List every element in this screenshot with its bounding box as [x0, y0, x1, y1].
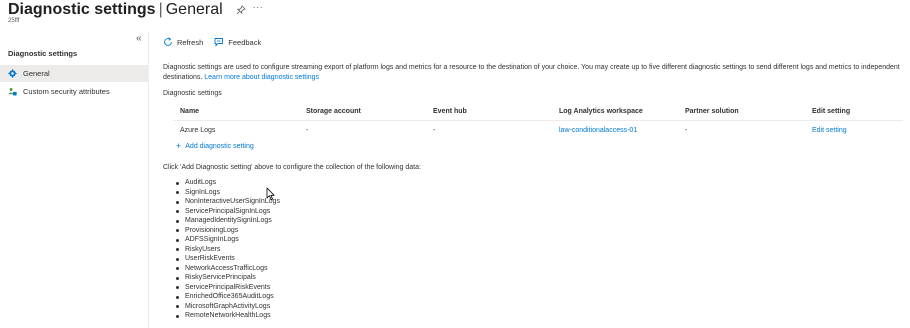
- users-tag-icon: [8, 87, 17, 96]
- list-item: ManagedIdentitySignInLogs: [175, 216, 280, 226]
- gear-icon: [8, 69, 17, 78]
- list-item: UserRiskEvents: [175, 254, 280, 264]
- mouse-cursor-icon: [266, 187, 275, 200]
- workspace-link[interactable]: law-conditionalaccess-01: [559, 121, 637, 139]
- sidebar-item-label: General: [23, 69, 50, 78]
- tenant-name: 25fff: [8, 18, 20, 24]
- list-item: ServicePrincipalRiskEvents: [175, 283, 280, 293]
- column-header-event-hub: Event hub: [433, 107, 467, 115]
- plus-icon: +: [176, 141, 182, 151]
- list-item: NetworkAccessTrafficLogs: [175, 264, 280, 274]
- add-diagnostic-setting-label: Add diagnostic setting: [185, 143, 254, 150]
- partner-solution-value: -: [685, 126, 688, 134]
- list-item: ProvisioningLogs: [175, 226, 280, 236]
- column-header-partner-solution: Partner solution: [685, 107, 739, 115]
- description: Diagnostic settings are used to configur…: [163, 63, 905, 82]
- page-subtitle: General: [165, 1, 223, 18]
- list-item: ServicePrincipalSignInLogs: [175, 207, 280, 217]
- list-item: NonInteractiveUserSignInLogs: [175, 197, 280, 207]
- feedback-icon: [214, 37, 224, 47]
- refresh-label: Refresh: [177, 37, 204, 47]
- edit-setting-link[interactable]: Edit setting: [812, 121, 847, 139]
- sidebar-item-custom-security-attributes[interactable]: Custom security attributes: [0, 83, 148, 100]
- title-row: Diagnostic settings | General ···: [8, 1, 263, 19]
- setting-name: Azure Logs: [180, 126, 216, 134]
- collapse-sidebar-icon[interactable]: «: [136, 34, 142, 44]
- sidebar-item-label: Custom security attributes: [23, 87, 110, 96]
- section-label: Diagnostic settings: [163, 90, 222, 97]
- storage-account-value: -: [306, 126, 309, 134]
- sidebar-item-general[interactable]: General: [0, 65, 148, 82]
- page-title: Diagnostic settings: [8, 1, 156, 18]
- list-item: RiskyUsers: [175, 245, 280, 255]
- column-header-name: Name: [180, 107, 200, 115]
- collection-hint: Click 'Add Diagnostic setting' above to …: [163, 164, 421, 171]
- list-item: RiskyServicePrincipals: [175, 273, 280, 283]
- column-header-log-analytics-workspace: Log Analytics workspace: [559, 107, 643, 115]
- list-item: EnrichedOffice365AuditLogs: [175, 292, 280, 302]
- pin-icon[interactable]: [236, 5, 246, 15]
- list-item: AuditLogs: [175, 178, 280, 188]
- feedback-label: Feedback: [228, 37, 262, 47]
- table-header: Name Storage account Event hub Log Analy…: [173, 102, 903, 120]
- list-item: ADFSSignInLogs: [175, 235, 280, 245]
- log-types-list: AuditLogs SignInLogs NonInteractiveUserS…: [175, 178, 280, 321]
- refresh-icon: [163, 37, 173, 47]
- list-item: RemoteNetworkHealthLogs: [175, 311, 280, 321]
- sidebar-title: Diagnostic settings: [8, 49, 78, 58]
- list-item: MicrosoftGraphActivityLogs: [175, 302, 280, 312]
- title-separator: |: [158, 1, 163, 18]
- sidebar: « Diagnostic settings General Custom sec…: [0, 32, 149, 328]
- page-header: Diagnostic settings | General ··· 25fff: [8, 0, 908, 30]
- add-diagnostic-setting-button[interactable]: + Add diagnostic setting: [176, 142, 254, 151]
- column-header-storage-account: Storage account: [306, 107, 361, 115]
- diagnostic-settings-table: Name Storage account Event hub Log Analy…: [173, 102, 903, 138]
- refresh-button[interactable]: Refresh: [163, 37, 203, 47]
- feedback-button[interactable]: Feedback: [214, 37, 261, 47]
- column-header-edit-setting: Edit setting: [812, 107, 851, 115]
- toolbar: Refresh Feedback: [163, 34, 272, 50]
- table-row: Azure Logs - - law-conditionalaccess-01 …: [173, 120, 903, 138]
- more-options-icon[interactable]: ···: [253, 2, 264, 12]
- learn-more-link[interactable]: Learn more about diagnostic settings: [204, 74, 319, 81]
- event-hub-value: -: [433, 126, 436, 134]
- list-item: SignInLogs: [175, 188, 280, 198]
